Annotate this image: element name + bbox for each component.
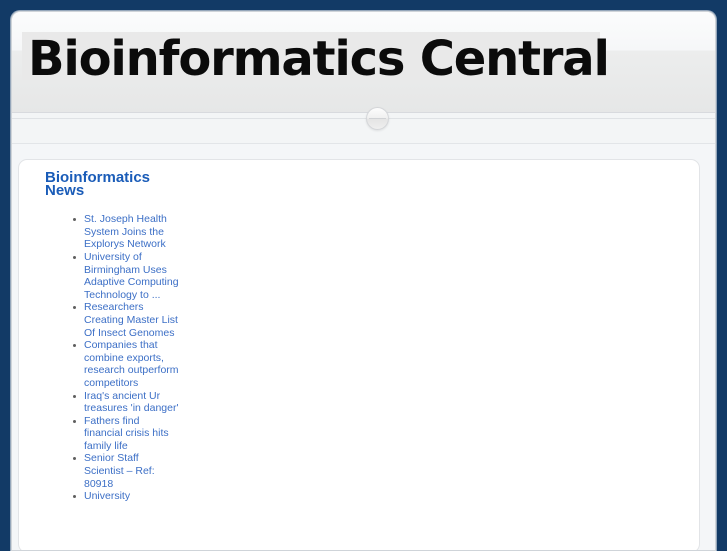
news-item-link[interactable]: St. Joseph Health System Joins the Explo… (84, 213, 180, 251)
bullet-icon (73, 344, 76, 348)
splitter-rule (12, 118, 715, 119)
news-item-link[interactable]: Companies that combine exports, research… (84, 339, 180, 389)
bullet-icon (73, 419, 76, 423)
news-list: St. Joseph Health System Joins the Explo… (19, 213, 179, 503)
list-item: Iraq's ancient Ur treasures 'in danger' (73, 390, 180, 415)
handle-grip-line (369, 118, 386, 119)
list-item: Fathers find financial crisis hits famil… (73, 415, 180, 453)
bullet-icon (73, 394, 76, 398)
bullet-icon (73, 495, 76, 499)
circle-collapse-handle-icon[interactable] (366, 107, 389, 130)
news-item-link[interactable]: University of Birmingham Uses Adaptive C… (84, 251, 180, 301)
news-item-link[interactable]: Senior Staff Scientist – Ref: 80918 (84, 452, 180, 490)
header-splitter[interactable] (12, 107, 715, 144)
bullet-icon (73, 306, 76, 310)
page-frame: Bioinformatics Central Bioinformatics Ne… (11, 11, 716, 551)
list-item: Researchers Creating Master List Of Inse… (73, 301, 180, 339)
news-item-link[interactable]: Fathers find financial crisis hits famil… (84, 415, 180, 453)
main-content-card: Bioinformatics News St. Joseph Health Sy… (18, 159, 700, 550)
bullet-icon (73, 218, 76, 222)
list-item: University of Birmingham Uses Adaptive C… (73, 251, 180, 301)
list-item: St. Joseph Health System Joins the Explo… (73, 213, 180, 251)
news-item-link[interactable]: University (84, 490, 180, 503)
news-widget-heading: Bioinformatics News (45, 169, 151, 199)
news-item-link[interactable]: Researchers Creating Master List Of Inse… (84, 301, 180, 339)
bullet-icon (73, 255, 76, 259)
bullet-icon (73, 457, 76, 461)
page-title: Bioinformatics Central (28, 31, 610, 87)
bioinformatics-news-widget: Bioinformatics News St. Joseph Health Sy… (19, 160, 179, 503)
list-item: Senior Staff Scientist – Ref: 80918 (73, 452, 180, 490)
list-item: University (73, 490, 180, 503)
site-masthead: Bioinformatics Central (12, 12, 715, 113)
news-item-link[interactable]: Iraq's ancient Ur treasures 'in danger' (84, 390, 180, 415)
list-item: Companies that combine exports, research… (73, 339, 180, 389)
